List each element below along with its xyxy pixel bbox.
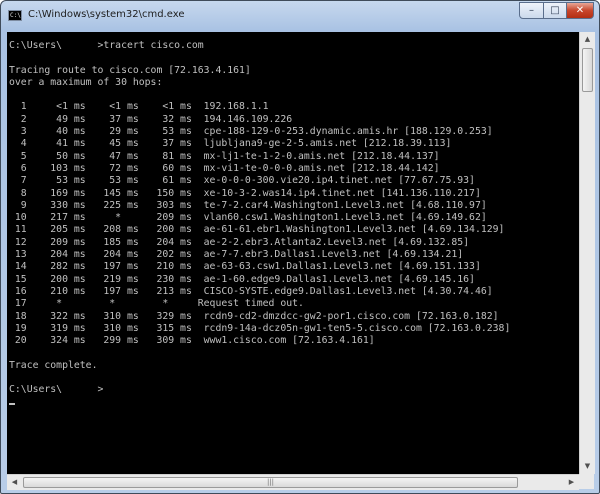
console-line: Tracing route to cisco.com [72.163.4.161…: [9, 64, 251, 76]
console-line: 2 49 ms 37 ms 32 ms 194.146.109.226: [9, 113, 293, 125]
command-prompt-line[interactable]: [9, 397, 579, 409]
console-line: 11 205 ms 208 ms 200 ms ae-61-61.ebr1.Wa…: [9, 224, 505, 236]
console-line: 14 282 ms 197 ms 210 ms ae-63-63.csw1.Da…: [9, 261, 481, 273]
console-output[interactable]: C:\Users\ >tracert cisco.com Tracing rout…: [7, 32, 579, 474]
maximize-button[interactable]: □: [543, 2, 567, 19]
console-line: 12 209 ms 185 ms 204 ms ae-2-2.ebr3.Atla…: [9, 236, 470, 248]
vertical-scrollbar[interactable]: ▲ ▼: [579, 32, 595, 474]
console-line: 7 53 ms 53 ms 61 ms xe-0-0-0-300.vie20.i…: [9, 175, 475, 187]
vertical-scroll-thumb[interactable]: [582, 48, 593, 92]
scroll-down-arrow-icon[interactable]: ▼: [580, 459, 595, 474]
scroll-left-arrow-icon[interactable]: ◀: [7, 475, 22, 490]
cmd-app-icon[interactable]: C:\: [8, 10, 22, 21]
console-line: C:\Users\ >: [9, 384, 104, 396]
console-line: 13 204 ms 204 ms 202 ms ae-7-7.ebr3.Dall…: [9, 249, 464, 261]
console-line: 9 330 ms 225 ms 303 ms te-7-2.car4.Washi…: [9, 199, 487, 211]
console-line: 3 40 ms 29 ms 53 ms cpe-188-129-0-253.dy…: [9, 126, 493, 138]
console-line: 8 169 ms 145 ms 150 ms xe-10-3-2.was14.i…: [9, 187, 481, 199]
close-button[interactable]: ✕: [566, 2, 594, 19]
horizontal-scroll-thumb[interactable]: |||: [23, 477, 518, 488]
scroll-up-arrow-icon[interactable]: ▲: [580, 32, 595, 47]
scrollbar-corner: [579, 474, 594, 489]
cmd-window: C:\ C:\Windows\system32\cmd.exe – □ ✕ C:…: [0, 0, 600, 494]
console-line: 15 200 ms 219 ms 230 ms ae-1-60.edge9.Da…: [9, 273, 475, 285]
console-line: 18 322 ms 310 ms 329 ms rcdn9-cd2-dmzdcc…: [9, 310, 499, 322]
console-line: C:\Users\ >tracert cisco.com: [9, 40, 204, 51]
minimize-button[interactable]: –: [519, 2, 544, 19]
console-line: 6 103 ms 72 ms 60 ms mx-vi1-te-0-0-0.ami…: [9, 162, 440, 174]
title-bar[interactable]: C:\ C:\Windows\system32\cmd.exe – □ ✕: [1, 1, 599, 31]
console-line: Trace complete.: [9, 359, 98, 371]
window-title: C:\Windows\system32\cmd.exe: [28, 9, 185, 20]
horizontal-scrollbar[interactable]: ◀ ||| ▶: [7, 474, 579, 490]
terminal-text: C:\Users\ >tracert cisco.com Tracing rout…: [7, 32, 579, 409]
console-line: 10 217 ms * 209 ms vlan60.csw1.Washingto…: [9, 212, 487, 224]
console-line: 19 319 ms 310 ms 315 ms rcdn9-14a-dcz05n…: [9, 322, 511, 334]
scroll-right-arrow-icon[interactable]: ▶: [564, 475, 579, 490]
console-line: 20 324 ms 299 ms 309 ms www1.cisco.com […: [9, 335, 375, 347]
console-line: over a maximum of 30 hops:: [9, 76, 163, 88]
console-line: 17 * * * Request timed out.: [9, 298, 304, 310]
console-line: 16 210 ms 197 ms 213 ms CISCO-SYSTE.edge…: [9, 285, 493, 297]
text-cursor: [9, 402, 15, 405]
console-line: 4 41 ms 45 ms 37 ms ljubljana9-ge-2-5.am…: [9, 138, 452, 150]
console-line: 5 50 ms 47 ms 81 ms mx-lj1-te-1-2-0.amis…: [9, 150, 440, 162]
console-line: 1 <1 ms <1 ms <1 ms 192.168.1.1: [9, 101, 269, 113]
